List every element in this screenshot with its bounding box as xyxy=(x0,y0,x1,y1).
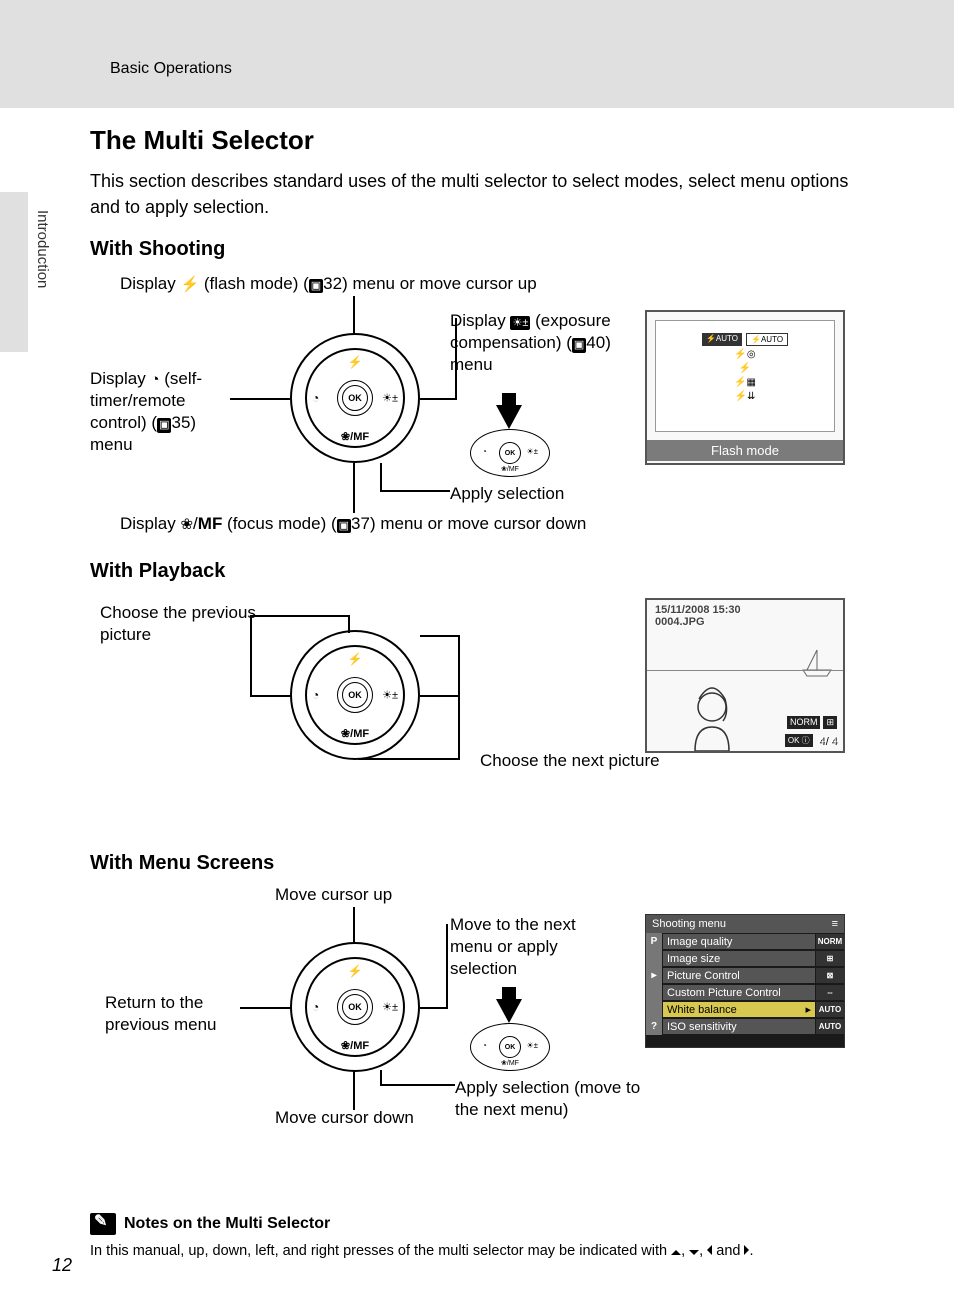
callout-cursor-up: Move cursor up xyxy=(275,884,392,906)
ok-press-illustration: OK ◔ ☀± ❀/MF xyxy=(470,393,550,477)
multi-selector-dial: OK ⚡ ❀/MF ◔ ☀± xyxy=(290,942,420,1072)
section-menus: With Menu Screens Move cursor up Move cu… xyxy=(90,852,850,1132)
multi-selector-dial: OK ⚡ ❀/MF ◔ ☀± xyxy=(290,333,420,463)
page-ref-icon: ▣ xyxy=(309,279,323,293)
page-ref-icon: ▣ xyxy=(572,338,586,352)
menu-row: White balance▸AUTO xyxy=(646,1001,844,1018)
focus-icon: ❀/MF xyxy=(341,430,369,443)
menu-scroll-icon: ≡ xyxy=(832,918,838,930)
multi-selector-dial: OK ⚡ ❀/MF ◔ ☀± xyxy=(290,630,420,760)
callout-next-menu: Move to the next menu or apply selection xyxy=(450,914,620,980)
playback-heading: With Playback xyxy=(90,560,850,583)
shooting-menu-screen: Shooting menu ≡ PImage qualityNORMImage s… xyxy=(645,914,845,1048)
flash-mode-label: Flash mode xyxy=(647,440,843,461)
flash-mode-screen: ⚡AUTO⚡AUTO ⚡◎ ⚡ ⚡▦ ⚡⇊ Flash mode xyxy=(645,310,845,465)
page-ref-icon: ▣ xyxy=(157,418,171,432)
macro-icon: ❀ xyxy=(180,516,193,533)
exposure-comp-icon: ☀± xyxy=(510,316,530,330)
menu-row: PImage qualityNORM xyxy=(646,933,844,950)
menus-heading: With Menu Screens xyxy=(90,852,850,875)
callout-exposure: Display ☀± (exposure compensation) (▣40)… xyxy=(450,310,620,376)
callout-prev-picture: Choose the previous picture xyxy=(100,602,260,646)
exposure-icon: ☀± xyxy=(382,392,398,405)
callout-focus-down: Display ❀/MF (focus mode) (▣37) menu or … xyxy=(120,513,586,535)
playback-screen: 15/11/2008 15:30 0004.JPG NORM ⊞ xyxy=(645,598,845,753)
left-arrow-icon xyxy=(707,1245,712,1255)
timer-icon: ◔ xyxy=(150,371,159,388)
callout-next-picture: Choose the next picture xyxy=(480,750,660,772)
down-arrow-icon xyxy=(689,1250,699,1255)
notes-body: In this manual, up, down, left, and righ… xyxy=(90,1241,850,1262)
ok-press-illustration: OK ◔ ☀± ❀/MF xyxy=(470,987,550,1071)
playback-date: 15/11/2008 15:30 xyxy=(655,604,741,616)
menu-row: Image size⊞ xyxy=(646,950,844,967)
side-tab xyxy=(0,192,28,352)
callout-apply-menu: Apply selection (move to the next menu) xyxy=(455,1077,665,1121)
menu-title: Shooting menu xyxy=(652,918,726,930)
shooting-heading: With Shooting xyxy=(90,238,850,261)
header-band: Basic Operations xyxy=(0,0,954,108)
page-title: The Multi Selector xyxy=(90,125,850,156)
callout-cursor-down: Move cursor down xyxy=(275,1107,414,1129)
section-playback: With Playback Choose the previous pictur… xyxy=(90,560,850,820)
menu-row: ▸Picture Control⊠ xyxy=(646,967,844,984)
callout-self-timer: Display ◔ (self-timer/remote control) (▣… xyxy=(90,368,230,456)
menu-row: Custom Picture Control-- xyxy=(646,984,844,1001)
callout-apply: Apply selection xyxy=(450,483,564,505)
page-ref-icon: ▣ xyxy=(337,519,351,533)
playback-filename: 0004.JPG xyxy=(655,616,741,628)
ok-hint-badge: OK ⓘ xyxy=(785,734,813,747)
intro-text: This section describes standard uses of … xyxy=(90,168,850,220)
flash-icon: ⚡ xyxy=(180,276,199,293)
timer-icon: ◔ xyxy=(312,391,319,405)
callout-prev-menu: Return to the previous menu xyxy=(105,992,245,1036)
menu-row: ?ISO sensitivityAUTO xyxy=(646,1018,844,1035)
notes-heading: Notes on the Multi Selector xyxy=(124,1215,330,1233)
up-arrow-icon xyxy=(671,1250,681,1255)
side-tab-label: Introduction xyxy=(34,210,51,288)
notes-section: Notes on the Multi Selector In this manu… xyxy=(90,1213,850,1262)
callout-flash-up: Display ⚡ (flash mode) (▣32) menu or mov… xyxy=(120,273,537,295)
pencil-note-icon xyxy=(90,1213,116,1235)
section-shooting: With Shooting Display ⚡ (flash mode) (▣3… xyxy=(90,238,850,528)
header-text: Basic Operations xyxy=(110,60,232,77)
page-number: 12 xyxy=(52,1255,72,1276)
flash-icon: ⚡ xyxy=(348,355,363,369)
playback-counter: 4/ 4 xyxy=(819,735,837,747)
